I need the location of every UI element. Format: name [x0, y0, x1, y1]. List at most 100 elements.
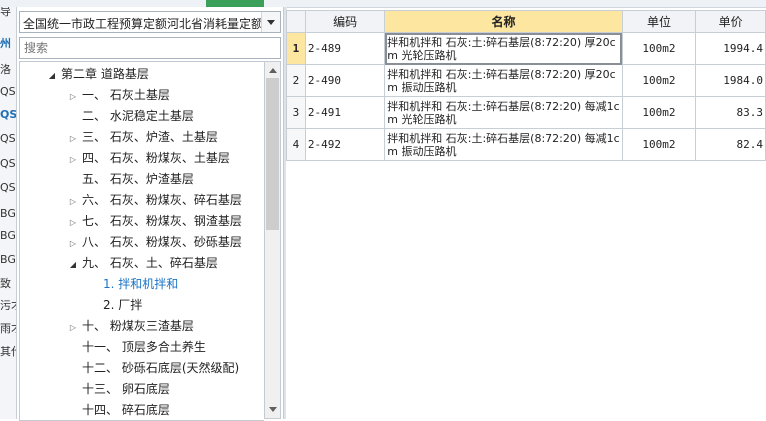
collapsed-arrow-icon[interactable]: ▷: [67, 234, 79, 254]
tree-node[interactable]: ▷ 四、 石灰、粉煤灰、土基层: [67, 148, 230, 168]
column-header-code[interactable]: 编码: [304, 10, 386, 33]
price-cell[interactable]: 83.3: [695, 96, 766, 129]
tree-node-label: 1. 拌和机拌和: [103, 277, 179, 291]
tree-node[interactable]: ▷ 十、 粉煤灰三渣基层: [67, 316, 194, 336]
left-strip-label[interactable]: 洛: [0, 61, 11, 77]
table-row[interactable]: 1 2-489 拌和机拌和 石灰:土:碎石基层(8:72:20) 厚20cm 光轮压…: [286, 32, 766, 65]
column-header-price[interactable]: 单价: [695, 10, 766, 33]
tree-node[interactable]: ▷ 三、 石灰、炉渣、土基层: [67, 127, 218, 147]
left-strip-label[interactable]: BG(: [0, 229, 16, 242]
left-strip-label[interactable]: QS: [0, 108, 16, 121]
tree-node[interactable]: ▷ 八、 石灰、粉煤灰、砂砾基层: [67, 232, 242, 252]
code-cell[interactable]: 2-491: [304, 96, 386, 129]
tree-node-label: 十、 粉煤灰三渣基层: [82, 319, 194, 333]
tree-scrollbar[interactable]: [264, 61, 281, 419]
tree-node-label: 八、 石灰、粉煤灰、砂砾基层: [82, 235, 242, 249]
column-header-unit[interactable]: 单位: [621, 10, 697, 33]
price-cell[interactable]: 1994.4: [695, 32, 766, 65]
chapter-tree: ◢ 第二章 道路基层 ▷ 一、 石灰土基层 二、 水泥稳定土基层 ▷ 三、 石灰、炉渣、土基…: [19, 61, 264, 421]
left-strip-label[interactable]: 污才: [0, 297, 16, 313]
name-cell[interactable]: 拌和机拌和 石灰:土:碎石基层(8:72:20) 每减1cm 振动压路机: [384, 128, 623, 161]
collapsed-arrow-icon[interactable]: ▷: [67, 192, 79, 212]
tree-node[interactable]: ◢ 九、 石灰、土、碎石基层: [67, 253, 218, 273]
tree-node-label: 一、 石灰土基层: [82, 88, 170, 102]
row-number-cell[interactable]: 1: [286, 32, 306, 65]
row-number-cell[interactable]: 3: [286, 96, 306, 129]
expanded-arrow-icon[interactable]: ◢: [67, 255, 79, 275]
tree-node[interactable]: 十三、 卵石底层: [67, 379, 170, 399]
collapsed-arrow-icon[interactable]: ▷: [67, 213, 79, 233]
left-strip-label[interactable]: QS(: [0, 85, 16, 98]
tree-node-label: 十四、 碎石底层: [82, 403, 170, 417]
tree-node-label: 五、 石灰、炉渣基层: [82, 172, 194, 186]
tree-node-label: 三、 石灰、炉渣、土基层: [82, 130, 218, 144]
code-cell[interactable]: 2-492: [304, 128, 386, 161]
unit-cell[interactable]: 100m2: [621, 64, 697, 97]
table-row[interactable]: 2 2-490 拌和机拌和 石灰:土:碎石基层(8:72:20) 厚20cm 振动压…: [286, 64, 766, 97]
tree-node[interactable]: 2. 厂拌: [88, 295, 142, 315]
scroll-up-arrow-icon[interactable]: [265, 62, 280, 78]
left-strip-label[interactable]: QS(: [0, 181, 16, 194]
left-strip-label[interactable]: 致: [0, 275, 11, 291]
left-strip-label[interactable]: 雨才: [0, 320, 16, 336]
tree-node[interactable]: ◢ 第二章 道路基层: [46, 64, 149, 84]
collapsed-arrow-icon[interactable]: ▷: [67, 318, 79, 338]
chevron-down-icon[interactable]: [261, 12, 280, 32]
left-navigation-strip: 导州洛 QS( QS QS( QS( QS( BG( BG( BG( 致污才雨才其代: [0, 7, 17, 419]
tree-node[interactable]: ▷ 一、 石灰土基层: [67, 85, 170, 105]
tree-node[interactable]: ▷ 六、 石灰、粉煤灰、碎石基层: [67, 190, 242, 210]
price-cell[interactable]: 82.4: [695, 128, 766, 161]
tree-node[interactable]: 十二、 砂砾石底层(天然级配): [67, 358, 239, 378]
tree-node-label: 十三、 卵石底层: [82, 382, 170, 396]
row-number-header: [286, 10, 306, 33]
tree-node[interactable]: 十四、 碎石底层: [67, 400, 170, 420]
left-strip-label[interactable]: BG(: [0, 253, 16, 266]
unit-cell[interactable]: 100m2: [621, 96, 697, 129]
left-strip-label[interactable]: QS(: [0, 132, 16, 145]
table-row[interactable]: 3 2-491 拌和机拌和 石灰:土:碎石基层(8:72:20) 每减1cm 光轮压…: [286, 96, 766, 129]
grid-header-row: 编码 名称 单位 单价: [286, 10, 766, 33]
collapsed-arrow-icon[interactable]: ▷: [67, 87, 79, 107]
library-select[interactable]: 全国统一市政工程预算定额河北省消耗量定额: [19, 11, 281, 33]
tree-node[interactable]: 十一、 顶层多合土养生: [67, 337, 206, 357]
code-cell[interactable]: 2-490: [304, 64, 386, 97]
collapsed-arrow-icon[interactable]: ▷: [67, 129, 79, 149]
left-strip-label[interactable]: QS(: [0, 157, 16, 170]
active-tab-indicator[interactable]: [206, 0, 264, 7]
name-cell[interactable]: 拌和机拌和 石灰:土:碎石基层(8:72:20) 每减1cm 光轮压路机: [384, 96, 623, 129]
price-cell[interactable]: 1984.0: [695, 64, 766, 97]
scrollbar-thumb[interactable]: [266, 78, 279, 230]
expanded-arrow-icon[interactable]: ◢: [46, 66, 58, 86]
table-row[interactable]: 4 2-492 拌和机拌和 石灰:土:碎石基层(8:72:20) 每减1cm 振动压…: [286, 128, 766, 161]
code-cell[interactable]: 2-489: [304, 32, 386, 65]
row-number-cell[interactable]: 4: [286, 128, 306, 161]
quota-grid: 编码 名称 单位 单价 1 2-489 拌和机拌和 石灰:土:碎石基层(8:72:2…: [286, 10, 766, 419]
search-input[interactable]: [19, 37, 281, 59]
tree-node-label: 2. 厂拌: [103, 298, 143, 312]
collapsed-arrow-icon[interactable]: ▷: [67, 150, 79, 170]
left-strip-label[interactable]: BG(: [0, 207, 16, 220]
name-cell[interactable]: 拌和机拌和 石灰:土:碎石基层(8:72:20) 厚20cm 振动压路机: [384, 64, 623, 97]
tree-node-label: 六、 石灰、粉煤灰、碎石基层: [82, 193, 242, 207]
tree-node-label: 十二、 砂砾石底层(天然级配): [82, 361, 240, 375]
tree-node[interactable]: 1. 拌和机拌和: [88, 274, 178, 294]
quota-table: 编码 名称 单位 单价 1 2-489 拌和机拌和 石灰:土:碎石基层(8:72:2…: [286, 10, 766, 161]
tree-node-label: 二、 水泥稳定土基层: [82, 109, 194, 123]
left-strip-label[interactable]: 导: [0, 7, 11, 19]
tree-node[interactable]: 五、 石灰、炉渣基层: [67, 169, 194, 189]
tree-node-label: 九、 石灰、土、碎石基层: [82, 256, 218, 270]
scroll-down-arrow-icon[interactable]: [265, 402, 280, 418]
name-cell[interactable]: 拌和机拌和 石灰:土:碎石基层(8:72:20) 厚20cm 光轮压路机: [384, 32, 623, 65]
tree-node[interactable]: 二、 水泥稳定土基层: [67, 106, 194, 126]
tree-node-label: 四、 石灰、粉煤灰、土基层: [82, 151, 230, 165]
left-strip-label[interactable]: 州: [0, 35, 11, 51]
tree-node[interactable]: ▷ 七、 石灰、粉煤灰、钢渣基层: [67, 211, 242, 231]
tree-node-label: 第二章 道路基层: [61, 67, 149, 81]
column-header-name[interactable]: 名称: [384, 10, 623, 33]
tree-node-label: 十一、 顶层多合土养生: [82, 340, 206, 354]
left-strip-label[interactable]: 其代: [0, 343, 16, 359]
unit-cell[interactable]: 100m2: [621, 32, 697, 65]
unit-cell[interactable]: 100m2: [621, 128, 697, 161]
quota-library-panel: 全国统一市政工程预算定额河北省消耗量定额 ◢第二章 道路基层▷一、 石灰土基层二…: [17, 7, 283, 421]
row-number-cell[interactable]: 2: [286, 64, 306, 97]
